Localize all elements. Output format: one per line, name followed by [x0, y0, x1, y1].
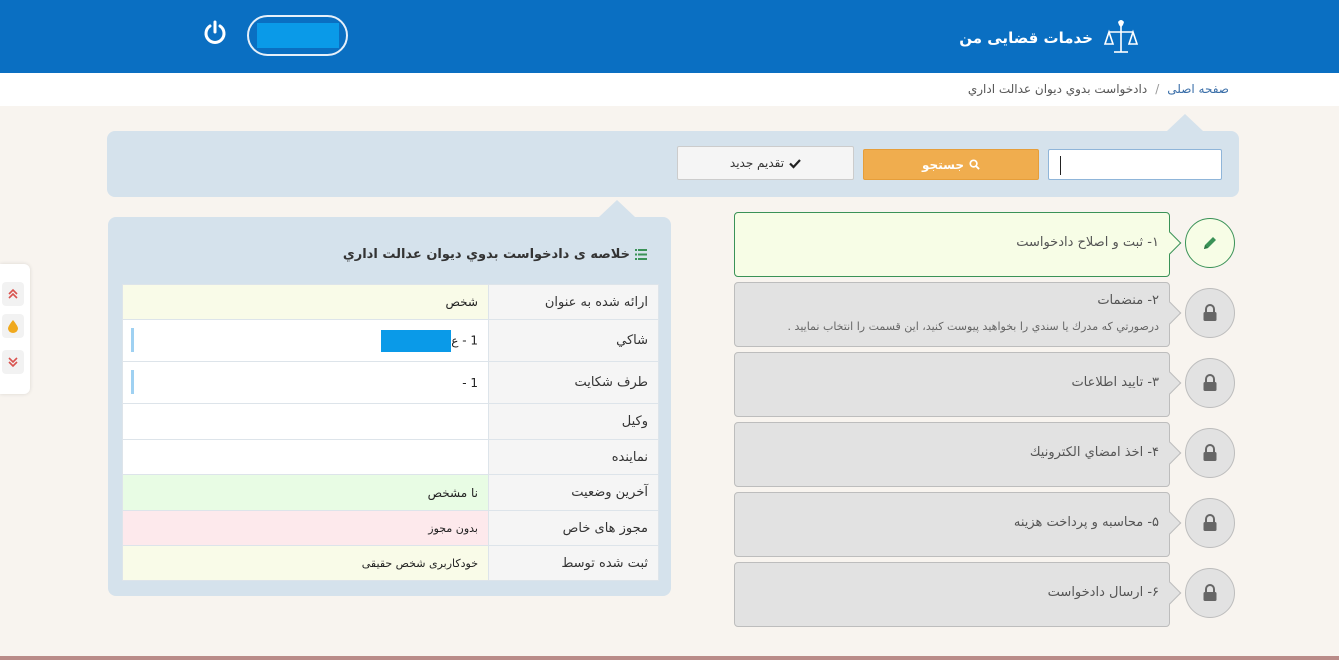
- step-pointer: [1158, 371, 1182, 395]
- step-title: ۵- محاسبه و پرداخت هزینه: [1013, 515, 1159, 530]
- redacted-name: [381, 329, 452, 352]
- list-icon: [635, 249, 647, 260]
- step-5-status: [1185, 498, 1235, 548]
- power-icon: [204, 20, 226, 44]
- floating-tools: [0, 264, 30, 394]
- table-row: ثبت شده توسط خودکاربری شخص حقیقی: [122, 545, 659, 581]
- text-caret: [1060, 156, 1061, 175]
- bottom-taskbar-edge: [0, 656, 1339, 660]
- lock-icon: [1203, 514, 1217, 531]
- row-label: نماينده: [488, 439, 659, 475]
- row-label: شاكي: [488, 319, 659, 362]
- double-chevron-down-icon: [8, 357, 18, 368]
- summary-panel: خلاصه ی دادخواست بدوي ديوان عدالت اداري …: [108, 200, 671, 596]
- step-2-attachments[interactable]: ۲- منضمات درصورتي كه مدرك يا سندي را بخو…: [734, 282, 1182, 347]
- step-title: ۶- ارسال دادخواست: [1047, 585, 1159, 600]
- step-pointer: [1158, 581, 1182, 605]
- row-value: نا مشخص: [122, 474, 489, 511]
- iran-emblem-icon: [1103, 20, 1139, 53]
- step-pointer: [1158, 231, 1182, 255]
- table-row: شاكي 1 - ع: [122, 319, 659, 362]
- table-row: مجوز های خاص بدون مجوز: [122, 510, 659, 546]
- step-pointer: [1158, 301, 1182, 325]
- search-button-label: جستجو: [922, 157, 964, 172]
- scroll-up-button[interactable]: [2, 282, 24, 306]
- scroll-indicator[interactable]: [131, 328, 134, 352]
- step-5-payment[interactable]: ۵- محاسبه و پرداخت هزینه: [734, 492, 1182, 557]
- search-button[interactable]: جستجو: [863, 149, 1039, 180]
- summary-title: خلاصه ی دادخواست بدوي ديوان عدالت اداري: [342, 247, 630, 262]
- search-panel: جستجو تقدیم جدید: [107, 114, 1239, 197]
- step-pointer: [1158, 511, 1182, 535]
- power-button[interactable]: [198, 16, 232, 50]
- row-label: طرف شكايت: [488, 361, 659, 404]
- scroll-down-button[interactable]: [2, 350, 24, 374]
- breadcrumb-separator: /: [1155, 82, 1160, 96]
- table-row: ارائه شده به عنوان شخص: [122, 284, 659, 320]
- row-value: شخص: [122, 284, 489, 320]
- step-description: درصورتي كه مدرك يا سندي را بخواهيد پيوست…: [787, 320, 1159, 333]
- pencil-icon: [1204, 237, 1216, 249]
- summary-table: ارائه شده به عنوان شخص شاكي 1 - ع طرف شك…: [122, 284, 659, 581]
- table-row: آخرين وضعيت نا مشخص: [122, 474, 659, 511]
- step-6-send[interactable]: ۶- ارسال دادخواست: [734, 562, 1182, 627]
- step-3-status: [1185, 358, 1235, 408]
- search-icon: [969, 159, 980, 170]
- row-value: بدون مجوز: [122, 510, 489, 546]
- step-1-register[interactable]: ۱- ثبت و اصلاح دادخواست: [734, 212, 1182, 277]
- row-value: [122, 439, 489, 475]
- step-title: ۱- ثبت و اصلاح دادخواست: [1016, 235, 1159, 250]
- lock-icon: [1203, 304, 1217, 321]
- table-row: وكيل: [122, 403, 659, 440]
- row-value: 1 -: [462, 375, 478, 390]
- row-label: مجوز های خاص: [488, 510, 659, 546]
- step-4-status: [1185, 428, 1235, 478]
- breadcrumb: صفحه اصلی / دادخواست بدوي ديوان عدالت اد…: [968, 82, 1229, 96]
- step-title: ۴- اخذ امضاي الكترونيك: [1029, 445, 1159, 460]
- row-label: وكيل: [488, 403, 659, 440]
- scroll-indicator[interactable]: [131, 370, 134, 394]
- row-value: خودکاربری شخص حقیقی: [122, 545, 489, 581]
- step-6-status: [1185, 568, 1235, 618]
- drop-button[interactable]: [2, 314, 24, 338]
- redacted-username: [256, 23, 339, 48]
- row-label: ارائه شده به عنوان: [488, 284, 659, 320]
- breadcrumb-home[interactable]: صفحه اصلی: [1167, 82, 1229, 96]
- check-icon: [789, 158, 801, 169]
- lock-icon: [1203, 584, 1217, 601]
- new-submission-label: تقدیم جدید: [729, 156, 785, 170]
- table-row: نماينده: [122, 439, 659, 475]
- user-account-button[interactable]: [247, 15, 348, 56]
- step-pointer: [1158, 441, 1182, 465]
- step-title: ۲- منضمات: [1097, 293, 1159, 308]
- row-label: ثبت شده توسط: [488, 545, 659, 581]
- brand-title: خدمات قضایی من: [959, 29, 1093, 47]
- search-input[interactable]: [1048, 149, 1222, 180]
- lock-icon: [1203, 444, 1217, 461]
- step-2-status: [1185, 288, 1235, 338]
- row-value-defendant: 1 -: [122, 361, 489, 404]
- summary-title-wrap: خلاصه ی دادخواست بدوي ديوان عدالت اداري: [343, 247, 647, 262]
- row-value: [122, 403, 489, 440]
- lock-icon: [1203, 374, 1217, 391]
- row-value-complainant: 1 - ع: [122, 319, 489, 362]
- step-title: ۳- تایید اطلاعات: [1071, 375, 1159, 390]
- step-1-status[interactable]: [1185, 218, 1235, 268]
- drop-icon: [8, 320, 18, 333]
- brand[interactable]: خدمات قضایی من: [959, 18, 1141, 58]
- top-header: خدمات قضایی من: [0, 0, 1339, 73]
- breadcrumb-current: دادخواست بدوي ديوان عدالت اداري: [967, 82, 1148, 96]
- step-3-confirm[interactable]: ۳- تایید اطلاعات: [734, 352, 1182, 417]
- row-value: 1 - ع: [451, 333, 478, 347]
- new-submission-button[interactable]: تقدیم جدید: [677, 146, 854, 180]
- step-4-signature[interactable]: ۴- اخذ امضاي الكترونيك: [734, 422, 1182, 487]
- breadcrumb-bar: صفحه اصلی / دادخواست بدوي ديوان عدالت اد…: [0, 73, 1339, 106]
- double-chevron-up-icon: [8, 288, 18, 299]
- table-row: طرف شكايت 1 -: [122, 361, 659, 404]
- row-label: آخرين وضعيت: [488, 474, 659, 511]
